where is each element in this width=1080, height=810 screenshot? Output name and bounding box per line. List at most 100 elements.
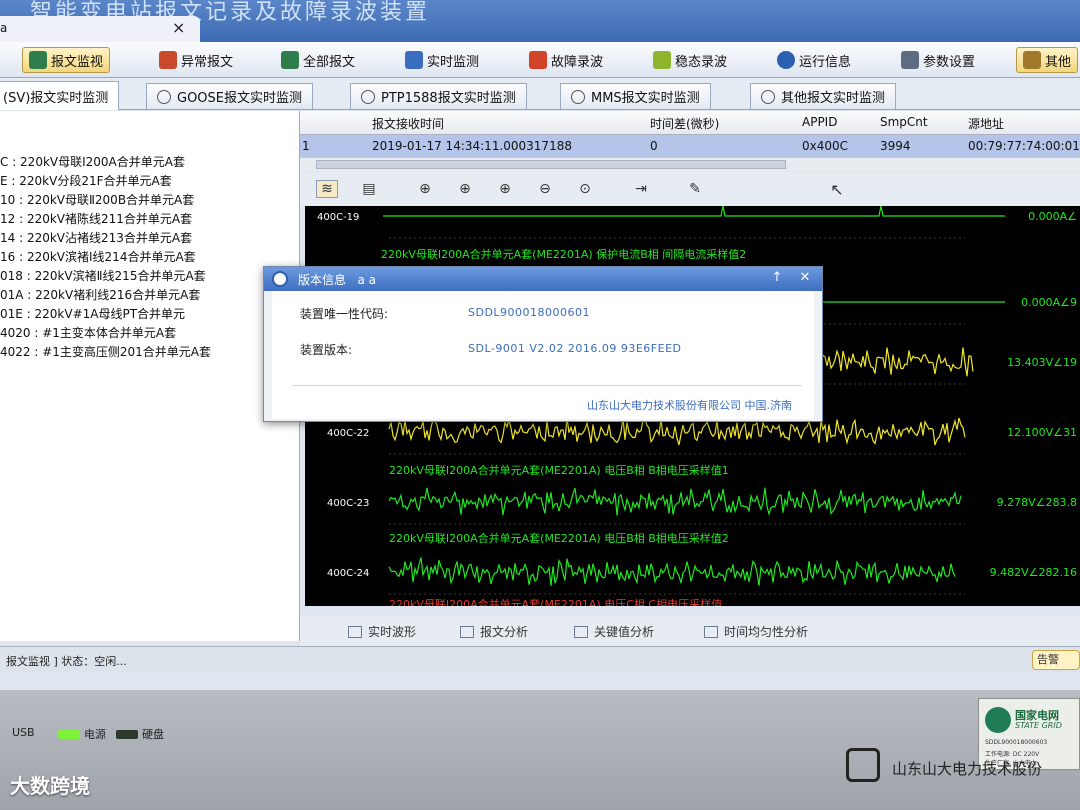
scrollbar-thumb[interactable] — [316, 160, 786, 169]
usb-label: USB — [12, 726, 35, 739]
channel-trace — [388, 487, 962, 517]
divider — [292, 385, 802, 386]
list-item[interactable]: 4020 : #1主变本体合并单元A套 — [0, 324, 176, 341]
tab-message-analysis[interactable]: 报文分析 — [460, 623, 528, 640]
channel-value: 12.100V∠31 — [1007, 426, 1077, 439]
list-item[interactable]: 10 : 220kV母联Ⅱ200B合并单元A套 — [0, 191, 194, 208]
table-row[interactable]: 1 2019-01-17 14:34:11.000317188 0 0x400C… — [300, 135, 1080, 157]
channel-id-label: 400C-19 — [317, 212, 359, 223]
channel-value: 0.000A∠ — [1028, 210, 1077, 223]
bottom-tabs: 实时波形 报文分析 关键值分析 时间均匀性分析 — [300, 616, 1080, 646]
tab-other-monitor[interactable]: 其他报文实时监测 — [750, 83, 897, 109]
other-monitor-icon — [761, 89, 775, 104]
row-appid: 0x400C — [802, 139, 849, 153]
dialog-title: 版本信息 a a — [298, 273, 376, 287]
toolbar-realtime-button[interactable]: 实时监测 — [398, 47, 486, 73]
screen: 智能变电站报文记录及故障录波装置 a × 报文监视 异常报文 全部报文 实时监测… — [0, 0, 1080, 690]
version-info-dialog: 版本信息 a a ↑ ✕ 装置唯一性代码: SDDL900018000601 装… — [263, 266, 823, 422]
toolbar-settings-button[interactable]: 参数设置 — [894, 47, 982, 73]
list-item[interactable]: E : 220kV分段21F合并单元A套 — [0, 172, 172, 189]
color-icon[interactable]: ✎ — [684, 180, 706, 198]
column-header-src[interactable]: 源地址 — [968, 115, 1004, 132]
list-item[interactable]: 4022 : #1主变高压侧201合并单元A套 — [0, 343, 211, 360]
all-messages-icon — [281, 51, 299, 69]
zoom-out-icon[interactable]: ⊖ — [534, 180, 556, 198]
list-item[interactable]: 01E : 220kV#1A母线PT合并单元 — [0, 305, 185, 322]
sub-tabs: (SV)报文实时监测 GOOSE报文实时监测 PTP1588报文实时监测 MMS… — [0, 78, 1080, 110]
tab-sv-monitor[interactable]: (SV)报文实时监测 — [0, 81, 120, 110]
tab-close-icon[interactable]: × — [172, 18, 185, 37]
table-header: 报文接收时间 时间差(微秒) APPID SmpCnt 源地址 — [300, 111, 1080, 135]
tab-key-value-analysis[interactable]: 关键值分析 — [574, 623, 654, 640]
tab-goose-monitor[interactable]: GOOSE报文实时监测 — [146, 83, 314, 109]
channel-value: 0.000A∠9 — [1021, 296, 1077, 309]
tab-realtime-wave[interactable]: 实时波形 — [348, 623, 416, 640]
channel-id-label: 400C-24 — [327, 568, 369, 579]
zoom-in-v-icon[interactable]: ⊕ — [494, 180, 516, 198]
channel-value: 13.403V∠19 — [1007, 356, 1077, 369]
column-header-smpcnt[interactable]: SmpCnt — [880, 115, 928, 129]
column-header-time[interactable]: 报文接收时间 — [372, 115, 444, 132]
list-item[interactable]: 12 : 220kV褚陈线211合并单元A套 — [0, 210, 192, 227]
state-grid-en: STATE GRID — [1015, 721, 1062, 730]
chart-icon[interactable]: ▤ — [358, 180, 380, 198]
settings-icon — [901, 51, 919, 69]
zoom-in-h-icon[interactable]: ⊕ — [454, 180, 476, 198]
list-item[interactable]: 16 : 220kV滨褚Ⅰ线214合并单元A套 — [0, 248, 196, 265]
toolbar-exception-button[interactable]: 异常报文 — [152, 47, 240, 73]
sv-wave-icon[interactable]: ≋ — [316, 180, 338, 198]
zoom-in-icon[interactable]: ⊕ — [414, 180, 436, 198]
channel-value: 9.482V∠282.16 — [990, 566, 1077, 579]
toolbar-monitor-button[interactable]: 报文监视 — [22, 47, 111, 73]
channel-description: 220kV母联Ⅰ200A合并单元A套(ME2201A) 保护电流B相 间隔电流采… — [381, 247, 746, 261]
cursor-icon[interactable]: ⇥ — [630, 180, 652, 198]
device-front-panel: USB 电源 硬盘 国家电网 STATE GRID SDDL9000180006… — [0, 690, 1080, 810]
device-code-value: SDDL900018000601 — [468, 306, 591, 319]
app-logo-icon — [272, 271, 288, 287]
time-tab-icon — [704, 625, 718, 638]
dialog-close-button[interactable]: ✕ — [794, 269, 816, 287]
dialog-pin-button[interactable]: ↑ — [766, 269, 788, 287]
dialog-body: 装置唯一性代码: SDDL900018000601 装置版本: SDL-9001… — [272, 291, 814, 419]
list-item[interactable]: C : 220kV母联Ⅰ200A合并单元A套 — [0, 153, 185, 170]
toolbar-steady-record-button[interactable]: 稳态录波 — [646, 47, 734, 73]
list-item[interactable]: 14 : 220kV沾褚线213合并单元A套 — [0, 229, 192, 246]
toolbar-other-button[interactable]: 其他 — [1016, 47, 1079, 73]
monitor-icon — [29, 51, 47, 69]
alarm-button[interactable]: 告警 — [1032, 650, 1080, 670]
channel-description: 220kV母联Ⅰ200A合并单元A套(ME2201A) 电压B相 B相电压采样值… — [389, 531, 729, 545]
channel-value: 9.278V∠283.8 — [997, 496, 1077, 509]
browser-tab[interactable]: a × — [0, 16, 200, 42]
list-item[interactable]: 018 : 220kV滨褚Ⅱ线215合并单元A套 — [0, 267, 206, 284]
toolbar-all-messages-button[interactable]: 全部报文 — [274, 47, 362, 73]
analysis-tab-icon — [460, 625, 474, 638]
tab-time-uniformity[interactable]: 时间均匀性分析 — [704, 623, 808, 640]
horizontal-scrollbar[interactable] — [300, 157, 1080, 171]
tab-label: a — [0, 21, 8, 35]
row-src: 00:79:77:74:00:01 — [968, 139, 1080, 153]
power-led — [58, 730, 80, 739]
mouse-pointer-icon: ↖ — [830, 179, 844, 199]
goose-icon — [157, 89, 171, 104]
merging-unit-list: C : 220kV母联Ⅰ200A合并单元A套 E : 220kV分段21F合并单… — [0, 111, 300, 641]
toolbar-info-button[interactable]: 运行信息 — [770, 47, 858, 73]
watermark: 大数跨境 — [10, 774, 90, 798]
row-smpcnt: 3994 — [880, 139, 911, 153]
main-toolbar: 报文监视 异常报文 全部报文 实时监测 故障录波 稳态录波 运行信息 参数设置 … — [0, 42, 1080, 78]
dialog-titlebar[interactable]: 版本信息 a a ↑ ✕ — [264, 267, 822, 291]
tab-ptp-monitor[interactable]: PTP1588报文实时监测 — [350, 83, 527, 109]
channel-id-label: 400C-22 — [327, 428, 369, 439]
status-text: 报文监视 ] 状态：空闲... — [6, 655, 127, 668]
tab-mms-monitor[interactable]: MMS报文实时监测 — [560, 83, 711, 109]
zoom-reset-icon[interactable]: ⊙ — [574, 180, 596, 198]
ptp-icon — [361, 89, 375, 104]
channel-trace — [383, 206, 1005, 217]
column-header-appid[interactable]: APPID — [802, 115, 837, 129]
brand-name: 山东山大电力技术股份 — [892, 760, 1043, 778]
steady-record-icon — [653, 51, 671, 69]
column-header-diff[interactable]: 时间差(微秒) — [650, 115, 719, 132]
list-item[interactable]: 01A : 220kV褚利线216合并单元A套 — [0, 286, 200, 303]
row-diff: 0 — [650, 139, 658, 153]
info-icon — [777, 51, 795, 69]
toolbar-fault-record-button[interactable]: 故障录波 — [522, 47, 610, 73]
